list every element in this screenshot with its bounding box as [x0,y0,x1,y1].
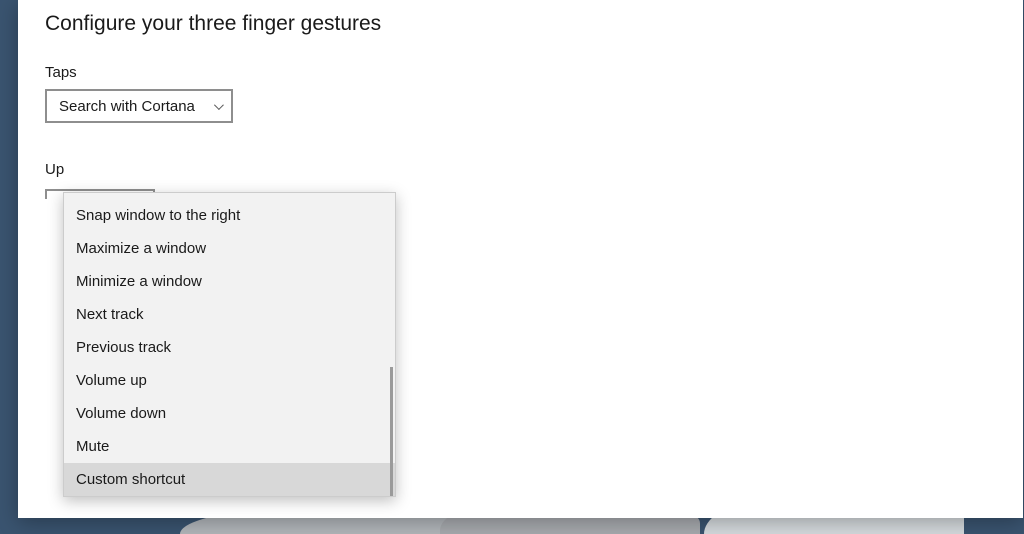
dropdown-item-maximize[interactable]: Maximize a window [64,232,395,265]
taps-label: Taps [45,64,1023,81]
dropdown-item-minimize[interactable]: Minimize a window [64,265,395,298]
up-label: Up [45,161,1023,178]
dropdown-item-mute[interactable]: Mute [64,430,395,463]
chevron-down-icon [214,100,224,110]
dropdown-item-custom-shortcut[interactable]: Custom shortcut [64,463,395,496]
scrollbar-thumb[interactable] [390,367,393,497]
dropdown-item-volume-up[interactable]: Volume up [64,364,395,397]
up-dropdown-list: Snap window to the right Maximize a wind… [63,192,396,497]
dropdown-item-volume-down[interactable]: Volume down [64,397,395,430]
taps-dropdown[interactable]: Search with Cortana [45,89,233,123]
settings-window: Configure your three finger gestures Tap… [18,0,1023,518]
dropdown-item-snap-right[interactable]: Snap window to the right [64,193,395,232]
page-heading: Configure your three finger gestures [45,12,1023,36]
dropdown-item-next-track[interactable]: Next track [64,298,395,331]
dropdown-item-previous-track[interactable]: Previous track [64,331,395,364]
taps-dropdown-value: Search with Cortana [59,98,195,115]
